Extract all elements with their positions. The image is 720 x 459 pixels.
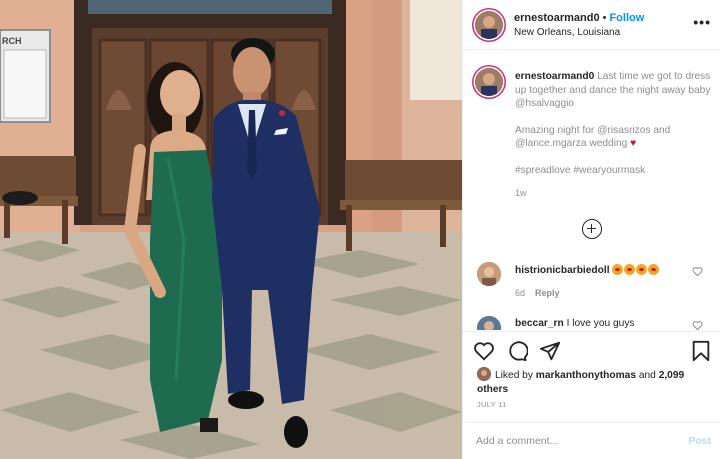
commenter-username[interactable]: beccar_rn bbox=[515, 318, 564, 329]
commenter-username[interactable]: histrionicbarbiedoll bbox=[515, 265, 610, 276]
comment-icon[interactable] bbox=[506, 340, 528, 362]
emoji-icon bbox=[624, 264, 636, 275]
post-header: ernestoarmand0 • Follow New Orleans, Louis… bbox=[463, 0, 720, 50]
share-paper-plane-icon[interactable] bbox=[539, 340, 561, 362]
save-bookmark-icon[interactable] bbox=[691, 340, 711, 362]
comment-like-icon[interactable] bbox=[692, 266, 703, 280]
likes-summary: Liked by markanthonythomas and 2,099 oth… bbox=[477, 367, 697, 396]
emoji-icon bbox=[612, 264, 624, 275]
add-comment-bar: Add a comment... Post bbox=[463, 422, 720, 459]
liker-avatar[interactable] bbox=[477, 367, 491, 381]
caption-hashtags: #spreadlove #wearyourmask bbox=[515, 164, 711, 178]
load-more-comments-icon[interactable] bbox=[582, 219, 602, 239]
caption-line-1: ernestoarmand0 Last time we got to dress… bbox=[515, 70, 711, 111]
comment-meta: 6d Reply bbox=[515, 288, 560, 298]
caption-body-2: Amazing night for bbox=[515, 124, 595, 136]
caption-text: ernestoarmand0 Last time we got to dress… bbox=[515, 70, 711, 178]
caption-line-2: Amazing night for @risasrizos and @lance… bbox=[515, 124, 711, 151]
more-options-icon[interactable]: ••• bbox=[693, 14, 711, 30]
hashtag-link[interactable]: #spreadlove bbox=[515, 165, 571, 176]
sign-text: RCH bbox=[2, 36, 22, 46]
comment-body: beccar_rn I love you guys bbox=[515, 318, 635, 329]
follow-button[interactable]: Follow bbox=[609, 12, 644, 24]
author-line: ernestoarmand0 • Follow bbox=[514, 12, 644, 24]
author-username[interactable]: ernestoarmand0 bbox=[514, 12, 600, 24]
caption-avatar[interactable] bbox=[475, 68, 503, 96]
caption-username[interactable]: ernestoarmand0 bbox=[515, 71, 594, 82]
likes-and-word: and bbox=[638, 370, 656, 381]
commenter-avatar[interactable] bbox=[477, 262, 501, 286]
like-heart-icon[interactable] bbox=[473, 340, 495, 362]
post-date[interactable]: JULY 11 bbox=[477, 400, 507, 409]
comment-text: I love you guys bbox=[566, 318, 635, 329]
add-comment-input[interactable]: Add a comment... bbox=[476, 435, 558, 447]
hashtag-link[interactable]: #wearyourmask bbox=[573, 165, 645, 176]
comment-like-icon[interactable] bbox=[692, 320, 703, 330]
comment-body: histrionicbarbiedoll bbox=[515, 264, 660, 276]
post-side-panel: ernestoarmand0 • Follow New Orleans, Louis… bbox=[462, 0, 720, 459]
location-link[interactable]: New Orleans, Louisiana bbox=[514, 27, 620, 38]
comment-item: beccar_rn I love you guys bbox=[463, 316, 720, 330]
separator-dot: • bbox=[602, 12, 607, 24]
post-comment-button[interactable]: Post bbox=[688, 435, 711, 447]
comment-age[interactable]: 6d bbox=[515, 288, 525, 298]
couple-photo: RCH bbox=[0, 0, 462, 459]
reply-button[interactable]: Reply bbox=[535, 288, 560, 298]
post-actions: Liked by markanthonythomas and 2,099 oth… bbox=[463, 331, 720, 459]
author-avatar[interactable] bbox=[475, 11, 503, 39]
liker-username[interactable]: markanthonythomas bbox=[536, 370, 636, 381]
caption-mention-3[interactable]: @lance.mgarza bbox=[515, 138, 587, 149]
caption-and-word: and bbox=[653, 124, 671, 136]
emoji-icon bbox=[636, 264, 648, 275]
emoji-icon bbox=[648, 264, 660, 275]
caption-time[interactable]: 1w bbox=[515, 188, 527, 198]
liked-by-label: Liked by bbox=[495, 370, 533, 381]
caption-body-3: wedding bbox=[589, 138, 628, 150]
caption-mention-2[interactable]: @risasrizos bbox=[597, 125, 650, 136]
heart-emoji-icon: ♥ bbox=[630, 138, 637, 150]
commenter-avatar[interactable] bbox=[477, 316, 501, 330]
caption-mention-1[interactable]: @hsalvaggio bbox=[515, 98, 574, 109]
post-photo[interactable]: RCH bbox=[0, 0, 462, 459]
